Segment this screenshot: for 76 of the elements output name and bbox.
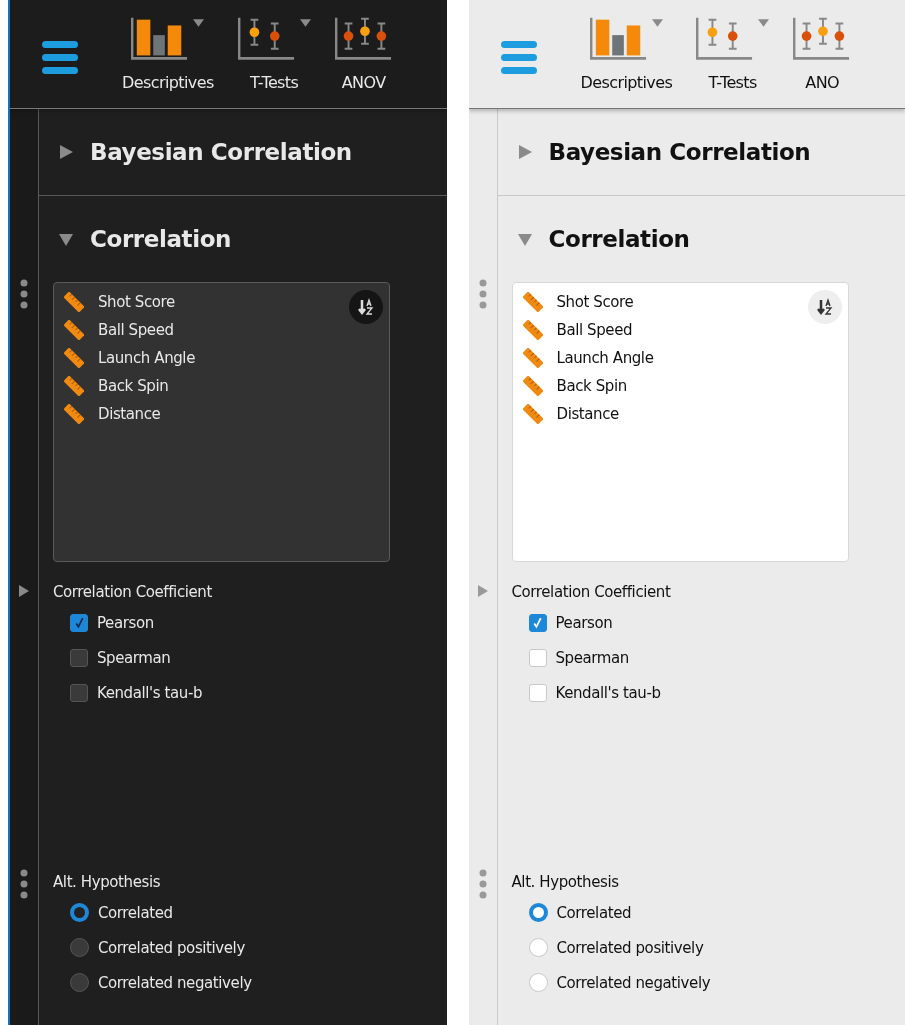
caret-icon [299,19,311,27]
expand-arrow-icon [59,145,73,159]
group-label: Alt. Hypothesis [511,873,620,893]
variable-item[interactable]: Back Spin [64,372,169,400]
variable-item[interactable]: Ball Speed [522,316,633,344]
checkbox-option[interactable]: Kendall's tau-b [511,675,905,710]
menu-icon[interactable] [42,41,78,75]
variable-item[interactable]: Launch Angle [64,344,195,372]
drag-handle-icon[interactable] [478,869,487,899]
sort-icon [356,297,376,317]
section-header[interactable]: Bayesian Correlation [497,109,811,195]
toolbar-button[interactable]: ANOV [334,0,393,92]
ruler-icon [64,404,84,424]
checkbox-option[interactable]: Pearson [511,605,905,640]
checkbox-option[interactable]: Spearman [53,640,447,675]
toolbar-button[interactable]: ANO [793,0,852,92]
bar-chart-icon [589,17,648,61]
ruler-icon [64,348,84,368]
radio-option[interactable]: Correlated positively [511,930,905,965]
toolbar-button[interactable]: T-Tests [696,0,770,92]
checkbox[interactable] [528,613,547,632]
radio-option[interactable]: Correlated negatively [53,965,447,1000]
toolbar-button[interactable]: Descriptives [122,0,214,92]
variable-item[interactable]: Shot Score [64,288,175,316]
check-icon [531,616,544,629]
expand-arrow-icon [59,232,73,246]
section-header[interactable]: Correlation [39,196,232,282]
caret-icon [651,19,663,27]
variable-item[interactable]: Shot Score [522,288,634,316]
menu-icon[interactable] [500,41,537,75]
expand-arrow-icon[interactable] [19,585,29,597]
ruler-icon [64,376,84,396]
group-label: Correlation Coefficient [53,583,213,603]
radio-option[interactable]: Correlated positively [53,930,447,965]
toolbar-button[interactable]: T-Tests [237,0,311,92]
variable-item[interactable]: Ball Speed [64,316,174,344]
radio-button[interactable] [70,973,89,992]
bar-chart-icon [131,17,190,61]
variable-item[interactable]: Distance [64,400,161,428]
checkbox[interactable] [70,613,88,632]
checkbox[interactable] [70,683,88,702]
section-header[interactable]: Bayesian Correlation [39,109,352,195]
variable-item[interactable]: Distance [522,400,619,428]
ruler-icon [64,320,84,340]
toolbar-button[interactable]: Descriptives [580,0,673,92]
variable-item[interactable]: Launch Angle [522,344,654,372]
drag-handle-icon[interactable] [20,279,28,309]
group-label: Correlation Coefficient [511,583,672,603]
radio-button[interactable] [528,903,548,922]
checkbox-option[interactable]: Spearman [511,640,905,675]
error-bar-chart-icon [334,17,393,61]
radio-button[interactable] [70,938,89,957]
caret-icon [193,19,205,27]
radio-option[interactable]: Correlated [511,895,905,930]
sort-button[interactable] [349,290,383,324]
expand-arrow-icon[interactable] [477,585,488,597]
sort-icon [814,297,835,317]
error-bar-chart-icon [237,17,296,61]
checkbox-option[interactable]: Pearson [53,605,447,640]
variable-item[interactable]: Back Spin [522,372,627,400]
ruler-icon [64,292,84,312]
radio-option[interactable]: Correlated negatively [511,965,905,1000]
radio-button[interactable] [70,903,89,922]
drag-handle-icon[interactable] [478,279,487,309]
expand-arrow-icon [517,232,532,246]
drag-handle-icon[interactable] [20,869,28,899]
group-label: Alt. Hypothesis [53,873,162,893]
sort-button[interactable] [807,290,842,324]
error-bar-chart-icon [696,17,755,61]
checkbox[interactable] [70,648,88,667]
checkbox-option[interactable]: Kendall's tau-b [53,675,447,710]
expand-arrow-icon [517,145,532,159]
radio-option[interactable]: Correlated [53,895,447,930]
caret-icon [758,19,770,27]
section-header[interactable]: Correlation [497,196,690,282]
error-bar-chart-icon [793,17,852,61]
